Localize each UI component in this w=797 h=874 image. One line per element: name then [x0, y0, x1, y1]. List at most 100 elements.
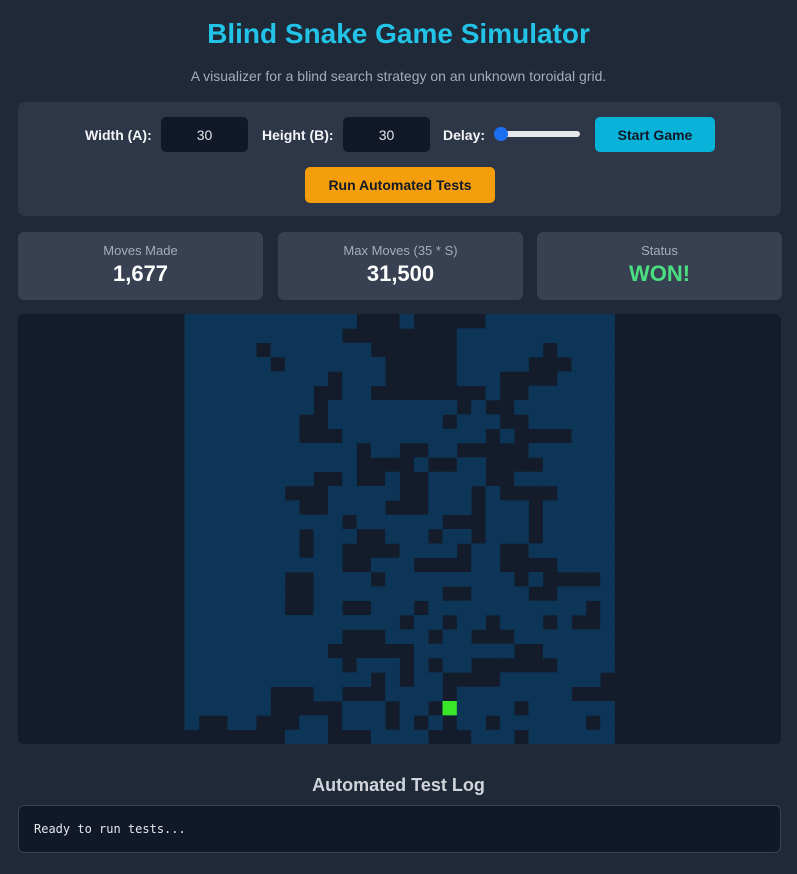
visited-cell: [385, 672, 400, 688]
visited-cell: [256, 371, 271, 387]
visited-cell: [600, 457, 615, 473]
visited-cell: [370, 514, 386, 530]
visited-cell: [213, 471, 228, 487]
visited-cell: [471, 371, 486, 387]
visited-cell: [327, 686, 343, 702]
visited-cell: [413, 729, 429, 744]
visited-cell: [227, 543, 243, 559]
visited-cell: [270, 514, 286, 530]
visited-cell: [227, 557, 243, 573]
visited-cell: [557, 715, 572, 731]
visited-cell: [327, 629, 343, 645]
visited-cell: [557, 529, 572, 544]
visited-cell: [213, 500, 228, 516]
visited-cell: [456, 572, 472, 587]
visited-cell: [313, 529, 329, 544]
visited-cell: [184, 428, 200, 444]
moves-made-card: Moves Made 1,677: [18, 232, 263, 300]
visited-cell: [284, 529, 300, 544]
visited-cell: [342, 443, 357, 458]
visited-cell: [270, 586, 286, 602]
visited-cell: [270, 629, 286, 645]
visited-cell: [542, 457, 558, 473]
visited-cell: [499, 643, 515, 659]
visited-cell: [585, 428, 601, 444]
visited-cell: [399, 428, 415, 444]
visited-cell: [241, 357, 257, 372]
visited-cell: [256, 629, 271, 645]
visited-cell: [514, 600, 529, 616]
visited-cell: [585, 400, 601, 415]
visited-cell: [184, 314, 200, 329]
visited-cell: [299, 471, 314, 487]
visited-cell: [528, 328, 544, 344]
visited-cell: [213, 514, 228, 530]
visited-cell: [256, 414, 271, 430]
delay-slider-thumb[interactable]: [494, 127, 508, 141]
visited-cell: [213, 629, 228, 645]
visited-cell: [571, 457, 587, 473]
visited-cell: [256, 701, 271, 716]
visited-cell: [256, 486, 271, 501]
visited-cell: [456, 471, 472, 487]
visited-cell: [227, 328, 243, 344]
visited-cell: [499, 357, 515, 372]
visited-cell: [198, 371, 214, 387]
visited-cell: [299, 385, 314, 401]
visited-cell: [557, 615, 572, 630]
visited-cell: [213, 371, 228, 387]
run-tests-button[interactable]: Run Automated Tests: [305, 167, 495, 203]
visited-cell: [399, 600, 415, 616]
visited-cell: [456, 643, 472, 659]
visited-cell: [313, 686, 329, 702]
status-label: Status: [641, 243, 678, 258]
visited-cell: [571, 600, 587, 616]
visited-cell: [585, 314, 601, 329]
visited-cell: [385, 529, 400, 544]
delay-label: Delay:: [443, 127, 486, 143]
visited-cell: [342, 586, 357, 602]
visited-cell: [370, 486, 386, 501]
visited-cell: [600, 600, 615, 616]
visited-cell: [184, 572, 200, 587]
visited-cell: [557, 486, 572, 501]
visited-cell: [198, 600, 214, 616]
visited-cell: [213, 486, 228, 501]
visited-cell: [557, 672, 572, 688]
visited-cell: [471, 729, 486, 744]
visited-cell: [184, 443, 200, 458]
visited-cell: [385, 400, 400, 415]
visited-cell: [399, 514, 415, 530]
visited-cell: [485, 701, 501, 716]
visited-cell: [485, 328, 501, 344]
visited-cell: [342, 615, 357, 630]
visited-cell: [370, 701, 386, 716]
visited-cell: [600, 471, 615, 487]
visited-cell: [241, 314, 257, 329]
visited-cell: [514, 328, 529, 344]
visited-cell: [299, 457, 314, 473]
visited-cell: [571, 428, 587, 444]
visited-cell: [571, 715, 587, 731]
visited-cell: [213, 543, 228, 559]
visited-cell: [399, 414, 415, 430]
visited-cell: [471, 414, 486, 430]
visited-cell: [313, 729, 329, 744]
moves-made-label: Moves Made: [103, 243, 178, 258]
height-input[interactable]: [343, 117, 430, 152]
visited-cell: [585, 543, 601, 559]
visited-cell: [227, 686, 243, 702]
visited-cell: [213, 643, 228, 659]
visited-cell: [600, 543, 615, 559]
visited-cell: [385, 428, 400, 444]
visited-cell: [485, 514, 501, 530]
delay-slider[interactable]: [494, 127, 580, 141]
visited-cell: [184, 543, 200, 559]
visited-cell: [270, 328, 286, 344]
visited-cell: [471, 400, 486, 415]
visited-cell: [456, 500, 472, 516]
width-input[interactable]: [161, 117, 248, 152]
visited-cell: [456, 342, 472, 358]
visited-cell: [471, 600, 486, 616]
start-game-button[interactable]: Start Game: [595, 117, 715, 152]
